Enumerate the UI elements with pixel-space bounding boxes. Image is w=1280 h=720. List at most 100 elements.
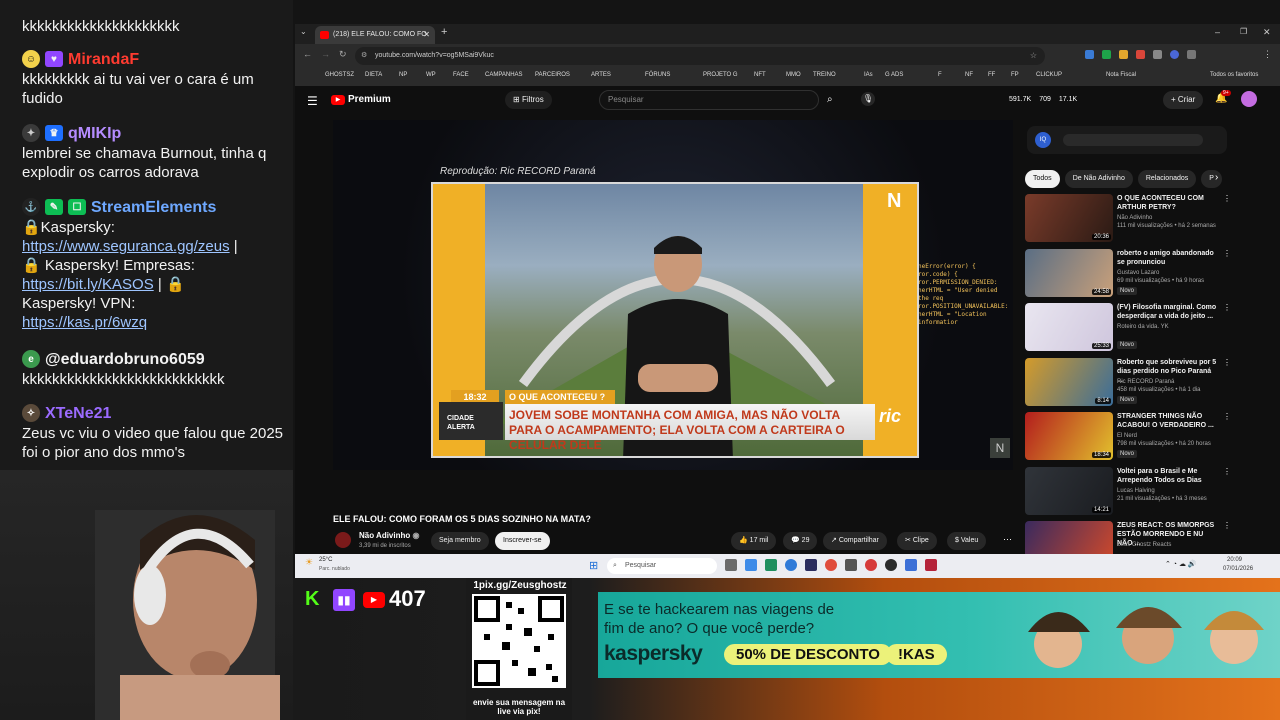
bookmark-item[interactable]: ARTES xyxy=(591,72,611,78)
more-options-icon[interactable]: ⋮ xyxy=(1223,467,1231,476)
bookmark-item[interactable]: NP xyxy=(399,72,407,78)
recommended-channel[interactable]: Não Adivinho xyxy=(1117,214,1227,222)
browser-menu-icon[interactable]: ⋮ xyxy=(1263,49,1272,60)
video-thumbnail[interactable]: 18:34 xyxy=(1025,412,1113,460)
bookmark-item[interactable]: FF xyxy=(988,72,995,78)
bookmark-item[interactable]: MMO xyxy=(786,72,801,78)
extension-icon[interactable] xyxy=(1153,50,1162,59)
bookmark-item[interactable]: GHOSTSZ xyxy=(325,72,354,78)
subscribe-button[interactable]: Inscrever-se xyxy=(495,532,550,550)
maximize-icon[interactable]: ❐ xyxy=(1240,27,1247,36)
close-tab-icon[interactable]: ✕ xyxy=(423,26,430,44)
recommended-channel[interactable]: Roteiro da vida. YK xyxy=(1117,323,1227,331)
video-thumbnail[interactable]: 20:36 xyxy=(1025,194,1113,242)
bookmark-item[interactable]: CLICKUP xyxy=(1036,72,1062,78)
channel-avatar[interactable] xyxy=(335,532,351,548)
bookmark-item[interactable]: FACE xyxy=(453,72,469,78)
recommended-video[interactable]: ZEUS REACT: OS MMORPGS ESTÃO MORRENDO E … xyxy=(1025,521,1231,554)
bookmark-item[interactable]: FÓRUNS xyxy=(645,72,670,78)
start-icon[interactable]: ⊞ xyxy=(589,559,598,572)
recommended-video[interactable]: 20:36 O QUE ACONTECEU COM ARTHUR PETRY? ⋮ N… xyxy=(1025,194,1231,246)
account-avatar[interactable] xyxy=(1241,91,1257,107)
app-icon[interactable] xyxy=(765,559,777,571)
recommended-channel[interactable]: Lucas Haiving xyxy=(1117,487,1227,495)
chat-username[interactable]: StreamElements xyxy=(91,198,216,217)
search-icon[interactable]: ⌕ xyxy=(827,94,833,105)
video-thumbnail[interactable]: 14:21 xyxy=(1025,466,1113,515)
back-icon[interactable]: ← xyxy=(303,49,312,59)
minimize-icon[interactable]: – xyxy=(1215,27,1220,37)
recommended-title[interactable]: roberto o amigo abandonado se pronunciou xyxy=(1117,249,1217,267)
more-options-icon[interactable]: ⋮ xyxy=(1223,303,1231,312)
bookmark-item[interactable]: NF xyxy=(965,72,973,78)
join-button[interactable]: Seja membro xyxy=(431,532,489,550)
extension-icon[interactable] xyxy=(1136,50,1145,59)
clip-button[interactable]: ✂ Clipe xyxy=(897,532,937,550)
recommended-channel[interactable]: Gustavo Lazaro xyxy=(1117,269,1227,277)
filter-chip[interactable]: Todos xyxy=(1025,170,1060,188)
bookmark-item[interactable]: G ADS xyxy=(885,72,903,78)
recommended-title[interactable]: STRANGER THINGS NÃO ACABOU! O VERDADEIRO… xyxy=(1117,412,1217,430)
chat-username[interactable]: XTeNe21 xyxy=(45,404,111,423)
bookmark-item[interactable]: Todos os favoritos xyxy=(1210,72,1258,78)
create-button[interactable]: + Criar xyxy=(1163,91,1204,109)
bookmark-item[interactable]: WP xyxy=(426,72,436,78)
bookmark-item[interactable]: PARCEIROS xyxy=(535,72,570,78)
app-icon[interactable] xyxy=(845,559,857,571)
chat-replay-panel[interactable]: IQ xyxy=(1027,126,1227,154)
reload-icon[interactable]: ↻ xyxy=(339,49,347,60)
recommended-channel[interactable]: Zeus Ghostz Reacts xyxy=(1117,541,1227,549)
filters-button[interactable]: ⊞ Filtros xyxy=(505,91,552,109)
taskbar-search-input[interactable]: ⌕ Pesquisar xyxy=(607,558,717,574)
tray-icons[interactable]: ⌃ ◔ ☁ 🔊 xyxy=(1165,560,1197,568)
chrome-icon[interactable] xyxy=(825,559,837,571)
microphone-icon[interactable]: 🎙 xyxy=(861,92,875,106)
more-actions-icon[interactable]: ⋯ xyxy=(1003,534,1012,545)
filter-chip[interactable]: De Não Adivinho xyxy=(1064,170,1133,188)
video-thumbnail[interactable]: 25:33 xyxy=(1025,303,1113,351)
recommended-video[interactable]: 8:14 Roberto que sobreviveu por 5 dias pe… xyxy=(1025,357,1231,410)
app-icon[interactable] xyxy=(865,559,877,571)
chat-link[interactable]: https://kas.pr/6wzq xyxy=(22,314,147,331)
more-options-icon[interactable]: ⋮ xyxy=(1223,358,1231,367)
recommended-video[interactable]: 24:58 roberto o amigo abandonado se pronu… xyxy=(1025,248,1231,301)
chat-username[interactable]: qMIKIp xyxy=(68,124,121,143)
extension-icon[interactable] xyxy=(1119,50,1128,59)
edge-icon[interactable] xyxy=(785,559,797,571)
more-options-icon[interactable]: ⋮ xyxy=(1223,249,1231,258)
app-icon[interactable] xyxy=(805,559,817,571)
thanks-button[interactable]: $ Valeu xyxy=(947,532,987,550)
recommended-channel[interactable]: Ric RECORD Paraná xyxy=(1117,378,1227,386)
recommended-channel[interactable]: El Nerd xyxy=(1117,432,1227,440)
bookmark-item[interactable]: DIETA xyxy=(365,72,382,78)
chat-link[interactable]: https://www.seguranca.gg/zeus xyxy=(22,238,230,255)
chat-link[interactable]: https://bit.ly/KASOS xyxy=(22,276,154,293)
recommended-title[interactable]: Voltei para o Brasil e Me Arrependo Todo… xyxy=(1117,467,1217,485)
filter-chip[interactable]: Relacionados xyxy=(1137,170,1197,188)
chat-username[interactable]: @eduardobruno6059 xyxy=(45,350,205,369)
extension-icon[interactable] xyxy=(1170,50,1179,59)
bookmark-item[interactable]: TREINO xyxy=(813,72,836,78)
app-icon[interactable] xyxy=(725,559,737,571)
share-button[interactable]: ↗ Compartilhar xyxy=(823,532,887,550)
bookmark-item[interactable]: CAMPANHAS xyxy=(485,72,523,78)
filter-chip[interactable]: P xyxy=(1201,170,1222,188)
extension-icon[interactable] xyxy=(1102,50,1111,59)
bookmark-item[interactable]: NFT xyxy=(754,72,766,78)
bookmark-item[interactable]: PROJETO G xyxy=(703,72,738,78)
recommended-video[interactable]: 18:34 STRANGER THINGS NÃO ACABOU! O VERDA… xyxy=(1025,412,1231,464)
video-thumbnail[interactable] xyxy=(1025,521,1113,554)
recommended-video[interactable]: 14:21 Voltei para o Brasil e Me Arrependo… xyxy=(1025,466,1231,519)
bookmark-item[interactable]: Nota Fiscal xyxy=(1106,72,1136,78)
bookmark-item[interactable]: FP xyxy=(1011,72,1019,78)
bookmark-item[interactable]: IAs xyxy=(864,72,873,78)
menu-icon[interactable]: ☰ xyxy=(307,94,318,108)
tab-list-icon[interactable]: ⌄ xyxy=(300,27,307,36)
recommended-title[interactable]: (FV) Filosofia marginal. Como desperdiça… xyxy=(1117,303,1217,321)
video-thumbnail[interactable]: 24:58 xyxy=(1025,248,1113,297)
recommended-title[interactable]: O QUE ACONTECEU COM ARTHUR PETRY? xyxy=(1117,194,1217,212)
recommended-video[interactable]: 25:33 (FV) Filosofia marginal. Como despe… xyxy=(1025,303,1231,355)
app-icon[interactable] xyxy=(905,559,917,571)
search-input[interactable]: Pesquisar xyxy=(599,90,819,110)
more-options-icon[interactable]: ⋮ xyxy=(1223,521,1231,530)
